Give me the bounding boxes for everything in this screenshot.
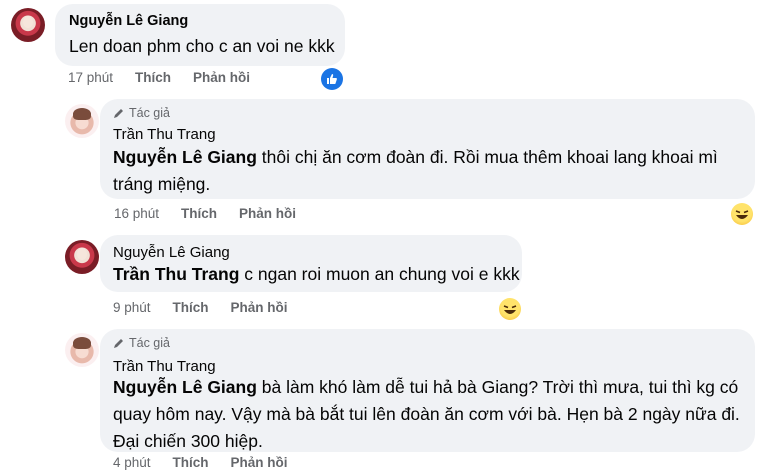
mention-link[interactable]: Nguyễn Lê Giang: [113, 377, 257, 397]
comment-time[interactable]: 9 phút: [113, 300, 151, 315]
pencil-icon: [114, 108, 123, 118]
pencil-icon: [114, 338, 123, 348]
reply-button[interactable]: Phản hồi: [193, 70, 250, 85]
comment-text: Nguyễn Lê Giang thôi chị ăn cơm đoàn đi.…: [113, 144, 743, 198]
comment-text: Nguyễn Lê Giang bà làm khó làm dễ tui hả…: [113, 374, 749, 455]
avatar[interactable]: [65, 240, 99, 274]
comment-text-line: bà làm khó làm dễ tui hả bà Giang? Trời …: [261, 377, 739, 397]
reply-button[interactable]: Phản hồi: [239, 206, 296, 221]
like-button[interactable]: Thích: [173, 300, 209, 315]
comment-author[interactable]: Nguyễn Lê Giang: [113, 244, 230, 261]
comment-bubble: Nguyễn Lê Giang Trần Thu Trang c ngan ro…: [100, 235, 522, 292]
comment-time[interactable]: 4 phút: [113, 455, 151, 470]
comment-text-line: c ngan roi muon an chung voi e kkk: [244, 264, 520, 284]
avatar[interactable]: [65, 333, 99, 367]
comment-text: Len doan phm cho c an voi ne kkk: [69, 36, 335, 56]
comment-author[interactable]: Nguyễn Lê Giang: [69, 13, 188, 29]
comment-time[interactable]: 17 phút: [68, 70, 113, 85]
avatar[interactable]: [11, 8, 45, 42]
author-badge: Tác giả: [112, 106, 170, 120]
author-badge: Tác giả: [112, 336, 170, 350]
reply-button[interactable]: Phản hồi: [231, 455, 288, 470]
laughing-face-icon: [735, 210, 749, 219]
comment-author[interactable]: Trần Thu Trang: [113, 358, 216, 375]
like-button[interactable]: Thích: [135, 70, 171, 85]
thumbs-up-icon: [327, 74, 337, 84]
laughing-face-icon: [503, 305, 517, 314]
mention-link[interactable]: Nguyễn Lê Giang: [113, 147, 257, 167]
comment-text-line: tráng miệng.: [113, 174, 211, 194]
avatar[interactable]: [65, 104, 99, 138]
haha-icon[interactable]: [499, 298, 521, 320]
comment-author[interactable]: Trần Thu Trang: [113, 126, 216, 143]
author-badge-label: Tác giả: [129, 336, 170, 350]
like-button[interactable]: Thích: [181, 206, 217, 221]
comment-text-line: quay hôm nay. Vậy mà bà bắt tui lên đoàn…: [113, 404, 740, 424]
comment-actions: 17 phút Thích Phản hồi: [68, 70, 250, 85]
reply-button[interactable]: Phản hồi: [231, 300, 288, 315]
comment-bubble: Tác giả Trần Thu Trang Nguyễn Lê Giang t…: [100, 99, 755, 199]
mention-link[interactable]: Trần Thu Trang: [113, 264, 239, 284]
comment-bubble: Nguyễn Lê Giang Len doan phm cho c an vo…: [55, 4, 345, 66]
like-icon[interactable]: [321, 68, 343, 90]
comment-actions: 9 phút Thích Phản hồi: [113, 300, 288, 315]
comment-time[interactable]: 16 phút: [114, 206, 159, 221]
comment-bubble: Tác giả Trần Thu Trang Nguyễn Lê Giang b…: [100, 329, 755, 452]
like-button[interactable]: Thích: [173, 455, 209, 470]
comment-actions: 4 phút Thích Phản hồi: [113, 455, 288, 470]
comment-text-line: thôi chị ăn cơm đoàn đi. Rồi mua thêm kh…: [261, 147, 718, 167]
comment-actions: 16 phút Thích Phản hồi: [114, 206, 296, 221]
author-badge-label: Tác giả: [129, 106, 170, 120]
comment-text-line: Đại chiến 300 hiệp.: [113, 431, 263, 451]
haha-icon[interactable]: [731, 203, 753, 225]
comment-text: Trần Thu Trang c ngan roi muon an chung …: [113, 261, 520, 288]
